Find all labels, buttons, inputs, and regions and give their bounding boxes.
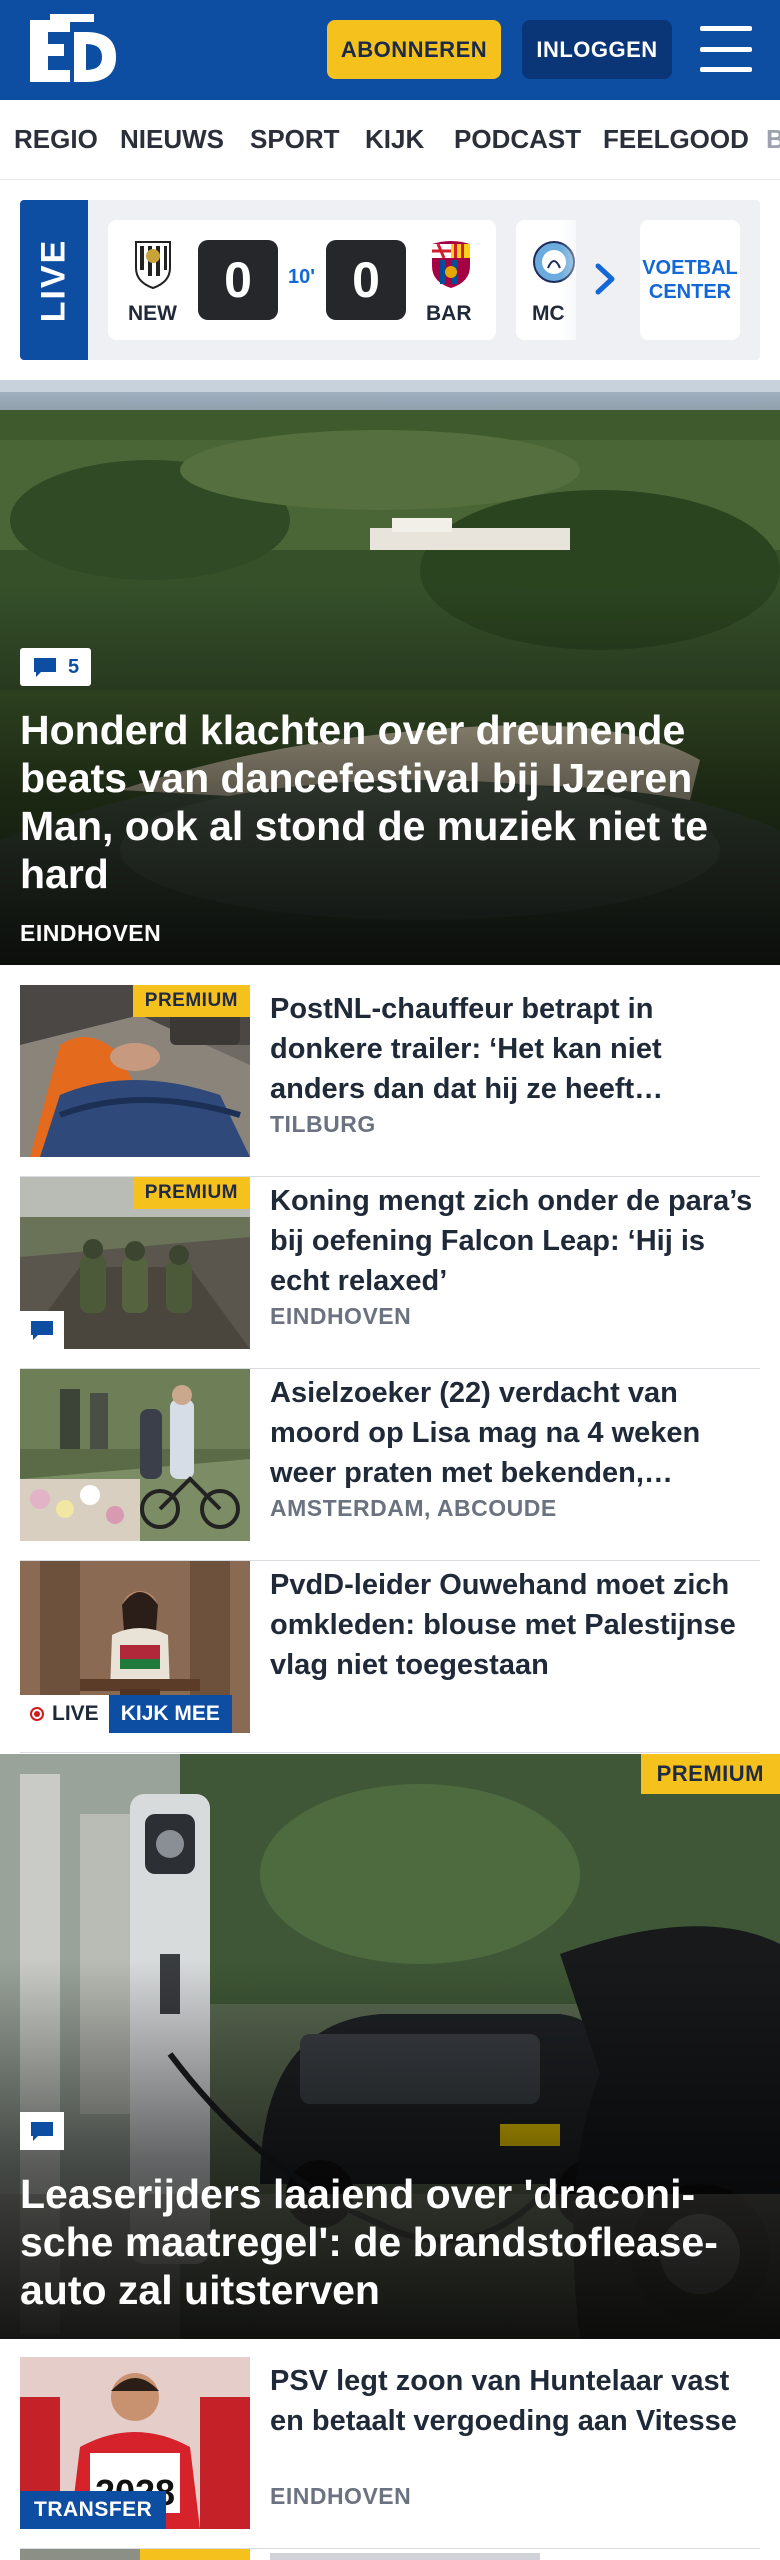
nav-item-nieuws[interactable]: NIEUWS xyxy=(120,124,224,155)
away-score: 0 xyxy=(326,240,406,320)
nav-item-feelgood[interactable]: FEELGOOD xyxy=(603,124,749,155)
premium-badge: PREMIUM xyxy=(132,1177,250,1209)
article-thumbnail: PREMIUM xyxy=(20,1177,250,1349)
article-title[interactable]: PostNL-chauffeur betrapt in donkere trai… xyxy=(270,989,760,1109)
nav-item-overflow[interactable]: B xyxy=(766,124,780,155)
newcastle-crest-icon xyxy=(135,241,171,290)
hero-title[interactable]: Honderd klachten over dreunende beats va… xyxy=(20,706,760,898)
nav-item-regio[interactable]: REGIO xyxy=(14,124,98,155)
hero-article[interactable]: 5 Honderd klachten over dreunende beats … xyxy=(0,380,780,965)
article-location: EINDHOVEN xyxy=(270,2483,412,2509)
nav-item-podcast[interactable]: PODCAST xyxy=(454,124,581,155)
home-team: NEW xyxy=(128,302,177,325)
transfer-tag: TRANSFER xyxy=(20,2491,167,2529)
article-thumbnail: 2028 TRANSFER xyxy=(20,2357,250,2529)
section-nav: REGIO NIEUWS SPORT KIJK PODCAST FEELGOOD… xyxy=(0,100,780,180)
premium-badge: PREMIUM xyxy=(132,985,250,1017)
football-center-link[interactable]: VOETBAL CENTER xyxy=(640,220,740,340)
site-logo[interactable] xyxy=(24,14,124,84)
list-item[interactable]: PREMIUM PostNL-chauffeur betrapt in donk… xyxy=(20,985,760,1177)
article-location: AMSTERDAM, ABCOUDE xyxy=(270,1495,557,1521)
watch-label: KIJK MEE xyxy=(108,1695,232,1733)
live-video-pill[interactable]: LIVE KIJK MEE xyxy=(20,1695,232,1733)
featured-article[interactable]: PREMIUM Leaserijders laaiend over 'draco… xyxy=(0,1754,780,2339)
next-item-badge xyxy=(140,2549,250,2560)
article-thumbnail: LIVE KIJK MEE xyxy=(20,1561,250,1733)
article-thumbnail xyxy=(20,1369,250,1541)
chevron-right-icon[interactable] xyxy=(590,262,620,296)
home-score: 0 xyxy=(198,240,278,320)
article-location: TILBURG xyxy=(270,1111,376,1137)
article-location: EINDHOVEN xyxy=(270,1303,412,1329)
login-button[interactable]: INLOGGEN xyxy=(522,20,672,79)
comment-count-badge[interactable]: 5 xyxy=(20,648,92,686)
premium-badge: PREMIUM xyxy=(640,1754,780,1794)
list-item[interactable]: 2028 TRANSFER PSV legt zoon van Huntelaa… xyxy=(20,2357,760,2549)
comment-icon xyxy=(31,2122,53,2141)
next-item-title-stub xyxy=(270,2553,540,2560)
barcelona-crest-icon xyxy=(432,241,470,288)
nav-item-sport[interactable]: SPORT xyxy=(250,124,340,155)
match-card[interactable]: NEW 0 10' 0 BAR xyxy=(108,220,496,340)
comment-indicator[interactable] xyxy=(20,2112,64,2150)
comment-icon xyxy=(31,1321,53,1340)
article-title[interactable]: Asielzoeker (22) verdacht van moord op L… xyxy=(270,1373,760,1493)
live-label: LIVE xyxy=(52,1702,99,1725)
subscribe-button[interactable]: ABONNEREN xyxy=(327,20,501,79)
live-dot-icon xyxy=(30,1707,44,1721)
match-minute: 10' xyxy=(288,266,316,288)
list-item[interactable]: Asielzoeker (22) verdacht van moord op L… xyxy=(20,1369,760,1561)
live-scores: LIVE NEW 0 10' 0 BAR MC VOETBAL CENTER xyxy=(0,180,780,380)
comment-count: 5 xyxy=(68,655,80,678)
article-title[interactable]: Koning mengt zich onder de para’s bij oe… xyxy=(270,1181,760,1301)
live-panel: LIVE NEW 0 10' 0 BAR MC VOETBAL CENTER xyxy=(20,200,760,360)
list-item[interactable]: PREMIUM Koning mengt zich onder de para’… xyxy=(20,1177,760,1369)
comment-indicator[interactable] xyxy=(20,1311,64,1349)
article-thumbnail: PREMIUM xyxy=(20,985,250,1157)
article-title[interactable]: PvdD-leider Ouwehand moet zich omkleden:… xyxy=(270,1565,760,1685)
menu-icon[interactable] xyxy=(700,26,752,72)
article-title[interactable]: PSV legt zoon van Huntelaar vast en beta… xyxy=(270,2361,760,2441)
live-tag: LIVE xyxy=(20,200,88,360)
list-item[interactable]: LIVE KIJK MEE PvdD-leider Ouwehand moet … xyxy=(20,1561,760,1753)
comment-icon xyxy=(34,658,56,677)
nav-item-kijk[interactable]: KIJK xyxy=(365,124,424,155)
featured-title[interactable]: Leaserijders laaiend over 'draconi­sche … xyxy=(20,2170,760,2314)
next-item-thumbnail xyxy=(20,2549,250,2560)
top-bar: ABONNEREN INLOGGEN xyxy=(0,0,780,100)
hero-location: EINDHOVEN xyxy=(20,920,162,946)
away-team: BAR xyxy=(426,302,472,325)
